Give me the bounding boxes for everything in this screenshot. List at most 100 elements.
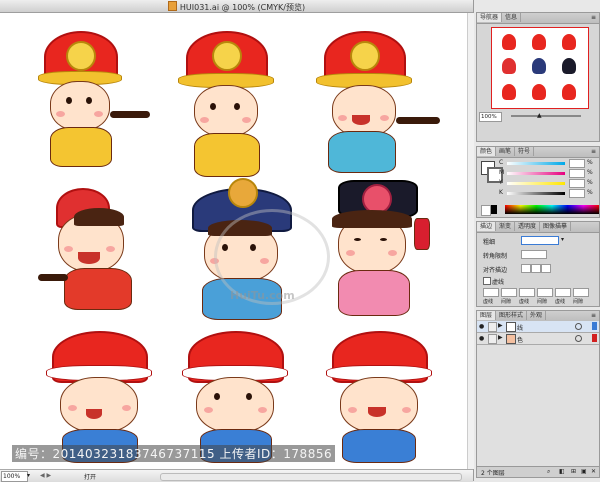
- artboard-nav-arrows[interactable]: ◀ ▶: [40, 472, 51, 479]
- tab-layers[interactable]: 图层: [477, 311, 497, 320]
- navigator-zoom-field[interactable]: 100%: [479, 112, 502, 122]
- tab-navigator[interactable]: 导航器: [477, 13, 503, 22]
- zoom-slider-knob-icon[interactable]: ▲: [537, 112, 542, 119]
- cyan-value-field[interactable]: [569, 159, 585, 168]
- character-consort-headdress[interactable]: [318, 178, 448, 323]
- tab-appearance[interactable]: 外观: [527, 311, 547, 320]
- dash-3-field[interactable]: [555, 288, 571, 297]
- align-inside-button[interactable]: [531, 264, 541, 273]
- character-emperor-2[interactable]: [172, 31, 302, 181]
- align-center-button[interactable]: [521, 264, 531, 273]
- layer-name[interactable]: 色: [517, 335, 523, 344]
- miter-input[interactable]: [521, 250, 547, 259]
- tab-graphic-styles[interactable]: 图形样式: [496, 311, 528, 320]
- visibility-eye-icon[interactable]: ●: [479, 323, 484, 330]
- stroke-tabs: 描边 渐变 透明度 图像描摹: [477, 222, 599, 233]
- tab-brushes[interactable]: 画笔: [496, 147, 516, 156]
- dashed-line-label: 虚线: [492, 279, 505, 286]
- window-titlebar[interactable]: HUI031.ai @ 100% (CMYK/预览): [0, 0, 473, 13]
- color-spectrum-shade[interactable]: [505, 205, 599, 214]
- tab-image-trace[interactable]: 图像描摹: [540, 222, 572, 231]
- visibility-eye-icon[interactable]: ●: [479, 335, 484, 342]
- panel-menu-icon[interactable]: ≡: [591, 147, 596, 156]
- yellow-slider[interactable]: [507, 182, 565, 185]
- magenta-slider[interactable]: [507, 172, 565, 175]
- gap-1-field[interactable]: [501, 288, 517, 297]
- character-emperor-1[interactable]: [34, 31, 154, 171]
- channel-label-y: Y: [499, 179, 503, 186]
- align-outside-button[interactable]: [541, 264, 551, 273]
- zoom-input[interactable]: 100%: [1, 471, 28, 482]
- black-value-field[interactable]: [569, 189, 585, 198]
- navigator-tabs: 导航器 信息 ≡: [477, 13, 599, 24]
- character-guard-3[interactable]: [318, 331, 448, 466]
- magenta-unit: %: [587, 169, 593, 176]
- ai-file-icon: [167, 1, 177, 11]
- cyan-slider[interactable]: [507, 162, 565, 165]
- black-slider[interactable]: [507, 192, 565, 195]
- new-layer-icon[interactable]: ▣: [581, 468, 587, 475]
- dash-3-label: 虚线: [555, 299, 566, 305]
- tab-gradient[interactable]: 渐变: [496, 222, 516, 231]
- tab-symbols[interactable]: 符号: [515, 147, 535, 156]
- vertical-scrollbar[interactable]: [467, 13, 474, 469]
- new-sublayer-icon[interactable]: ⊞: [571, 468, 576, 475]
- dash-2-label: 虚线: [519, 299, 530, 305]
- clipping-mask-icon[interactable]: ◧: [559, 468, 565, 475]
- id-watermark: 编号：20140323183746737115 上传者ID：178856: [12, 445, 336, 462]
- zoom-dropdown-icon[interactable]: ▾: [27, 472, 30, 479]
- window-title: HUI031.ai @ 100% (CMYK/预览): [0, 1, 473, 13]
- tab-color[interactable]: 颜色: [477, 147, 497, 156]
- lock-toggle[interactable]: [488, 322, 497, 332]
- magenta-value-field[interactable]: [569, 169, 585, 178]
- yellow-unit: %: [587, 179, 593, 186]
- dash-1-label: 虚线: [483, 299, 494, 305]
- tab-transparency[interactable]: 透明度: [515, 222, 541, 231]
- weight-input[interactable]: [521, 236, 559, 245]
- dash-1-field[interactable]: [483, 288, 499, 297]
- dashed-checkbox[interactable]: [483, 277, 491, 285]
- cyan-unit: %: [587, 159, 593, 166]
- layers-footer: 2 个图层 ⌕ ◧ ⊞ ▣ ✕: [477, 466, 599, 477]
- stroke-panel: 描边 渐变 透明度 图像描摹 粗细 ▾ 转角限制 对齐描边 虚线 虚线 间隙 虚线 间…: [476, 221, 600, 307]
- dash-2-field[interactable]: [519, 288, 535, 297]
- layer-row[interactable]: ● ▶ 线: [477, 321, 599, 333]
- tab-stroke[interactable]: 描边: [477, 222, 497, 231]
- horizontal-scrollbar[interactable]: [160, 473, 462, 481]
- lock-toggle[interactable]: [488, 334, 497, 344]
- artboard-canvas[interactable]: HuiTu.com: [0, 13, 472, 469]
- layer-count-label: 2 个图层: [481, 470, 505, 477]
- gap-2-label: 间隙: [537, 299, 548, 305]
- delete-layer-icon[interactable]: ✕: [591, 468, 596, 475]
- document-window: HUI031.ai @ 100% (CMYK/预览) HuiTu.com 编号：…: [0, 0, 474, 482]
- black-swatch[interactable]: [491, 205, 497, 214]
- expand-arrow-icon[interactable]: ▶: [498, 322, 503, 329]
- target-circle-icon[interactable]: [575, 335, 582, 342]
- window-title-text: HUI031.ai @ 100% (CMYK/预览): [179, 3, 306, 12]
- miter-label: 转角限制: [483, 253, 508, 260]
- navigator-thumbnail[interactable]: [491, 27, 589, 109]
- layer-row[interactable]: ● ▶ 色: [477, 333, 599, 345]
- none-swatch[interactable]: [481, 205, 491, 216]
- channel-label-k: K: [499, 189, 503, 196]
- black-unit: %: [587, 189, 593, 196]
- channel-label-m: M: [499, 169, 505, 176]
- locate-object-icon[interactable]: ⌕: [547, 468, 550, 476]
- weight-dropdown-icon[interactable]: ▾: [561, 236, 564, 243]
- expand-arrow-icon[interactable]: ▶: [498, 334, 503, 341]
- color-tabs: 颜色 画笔 符号 ≡: [477, 147, 599, 158]
- panel-menu-icon[interactable]: ≡: [591, 311, 596, 320]
- gap-2-field[interactable]: [537, 288, 553, 297]
- tab-info[interactable]: 信息: [502, 13, 522, 22]
- character-boy-cap[interactable]: [38, 188, 158, 318]
- status-bar: 100% ▾ ◀ ▶ 打开: [0, 469, 473, 482]
- navigator-panel: 导航器 信息 ≡ 100% ▲: [476, 12, 600, 142]
- status-open-label[interactable]: 打开: [84, 472, 96, 481]
- character-emperor-3[interactable]: [310, 31, 450, 181]
- yellow-value-field[interactable]: [569, 179, 585, 188]
- navigator-zoom-slider[interactable]: [511, 115, 581, 117]
- target-circle-icon[interactable]: [575, 323, 582, 330]
- layer-name[interactable]: 线: [517, 323, 523, 332]
- panel-menu-icon[interactable]: ≡: [591, 13, 596, 22]
- gap-3-field[interactable]: [573, 288, 589, 297]
